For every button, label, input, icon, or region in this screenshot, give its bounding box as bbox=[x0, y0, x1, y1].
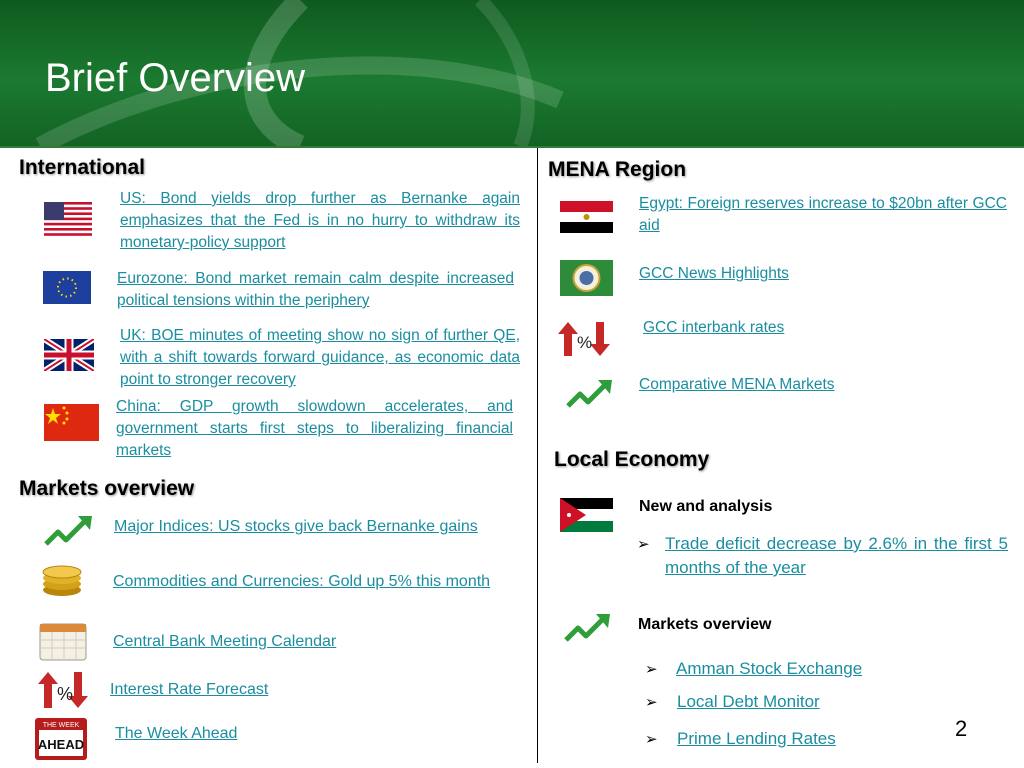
china-flag-icon bbox=[44, 404, 99, 441]
local-economy-heading: Local Economy bbox=[554, 448, 710, 471]
bullet-arrow-icon: ➢ bbox=[645, 731, 658, 748]
trend-up-icon bbox=[566, 380, 612, 408]
international-heading: International bbox=[19, 156, 146, 179]
svg-text:%: % bbox=[577, 333, 592, 352]
bullet-arrow-icon: ➢ bbox=[645, 694, 658, 711]
header-divider bbox=[0, 146, 1024, 148]
major-indices-link[interactable]: Major Indices: US stocks give back Berna… bbox=[114, 516, 534, 538]
trade-deficit-link[interactable]: Trade deficit decrease by 2.6% in the fi… bbox=[665, 532, 1008, 580]
gcc-news-link[interactable]: GCC News Highlights bbox=[639, 263, 1007, 285]
calendar-icon bbox=[39, 623, 87, 661]
local-markets-overview-heading: Markets overview bbox=[638, 616, 772, 633]
svg-text:THE WEEK: THE WEEK bbox=[43, 722, 80, 729]
news-analysis-heading: New and analysis bbox=[639, 498, 773, 515]
gcc-interbank-link[interactable]: GCC interbank rates bbox=[643, 317, 1003, 339]
international-uk-link[interactable]: UK: BOE minutes of meeting show no sign … bbox=[120, 325, 520, 391]
week-ahead-icon: THE WEEK AHEAD bbox=[35, 718, 87, 760]
amman-stock-exchange-link[interactable]: Amman Stock Exchange bbox=[676, 657, 996, 681]
rate-arrows-icon: % bbox=[38, 672, 88, 708]
international-eurozone-link[interactable]: Eurozone: Bond market remain calm despit… bbox=[117, 268, 514, 312]
page-number: 2 bbox=[955, 716, 968, 741]
prime-lending-rates-link[interactable]: Prime Lending Rates bbox=[677, 727, 937, 751]
header-banner: Brief Overview bbox=[0, 0, 1024, 146]
local-debt-monitor-link[interactable]: Local Debt Monitor bbox=[677, 690, 997, 714]
eu-flag-icon bbox=[43, 271, 91, 304]
jordan-flag-icon bbox=[560, 498, 613, 532]
svg-text:%: % bbox=[57, 684, 73, 704]
week-ahead-link[interactable]: The Week Ahead bbox=[115, 723, 535, 745]
markets-overview-heading: Markets overview bbox=[19, 477, 195, 500]
column-divider bbox=[537, 148, 538, 763]
bullet-arrow-icon: ➢ bbox=[645, 661, 658, 678]
rate-arrows-icon: % bbox=[558, 322, 610, 356]
gcc-flag-icon bbox=[560, 260, 613, 296]
commodities-link[interactable]: Commodities and Currencies: Gold up 5% t… bbox=[113, 571, 533, 593]
mena-heading: MENA Region bbox=[548, 158, 687, 181]
mena-egypt-link[interactable]: Egypt: Foreign reserves increase to $20b… bbox=[639, 193, 1007, 237]
uk-flag-icon bbox=[44, 339, 94, 371]
interest-rate-forecast-link[interactable]: Interest Rate Forecast bbox=[110, 679, 530, 701]
svg-text:AHEAD: AHEAD bbox=[38, 737, 84, 752]
egypt-flag-icon bbox=[560, 201, 613, 233]
bullet-arrow-icon: ➢ bbox=[637, 536, 650, 553]
central-bank-calendar-link[interactable]: Central Bank Meeting Calendar bbox=[113, 631, 533, 653]
trend-up-icon bbox=[44, 516, 92, 546]
page-title: Brief Overview bbox=[45, 56, 306, 100]
gold-coins-icon bbox=[42, 565, 82, 596]
us-flag-icon bbox=[44, 202, 92, 236]
international-china-link[interactable]: China: GDP growth slowdown accelerates, … bbox=[116, 396, 513, 462]
comparative-mena-link[interactable]: Comparative MENA Markets bbox=[639, 374, 1007, 396]
trend-up-icon bbox=[564, 614, 610, 642]
international-us-link[interactable]: US: Bond yields drop further as Bernanke… bbox=[120, 188, 520, 254]
